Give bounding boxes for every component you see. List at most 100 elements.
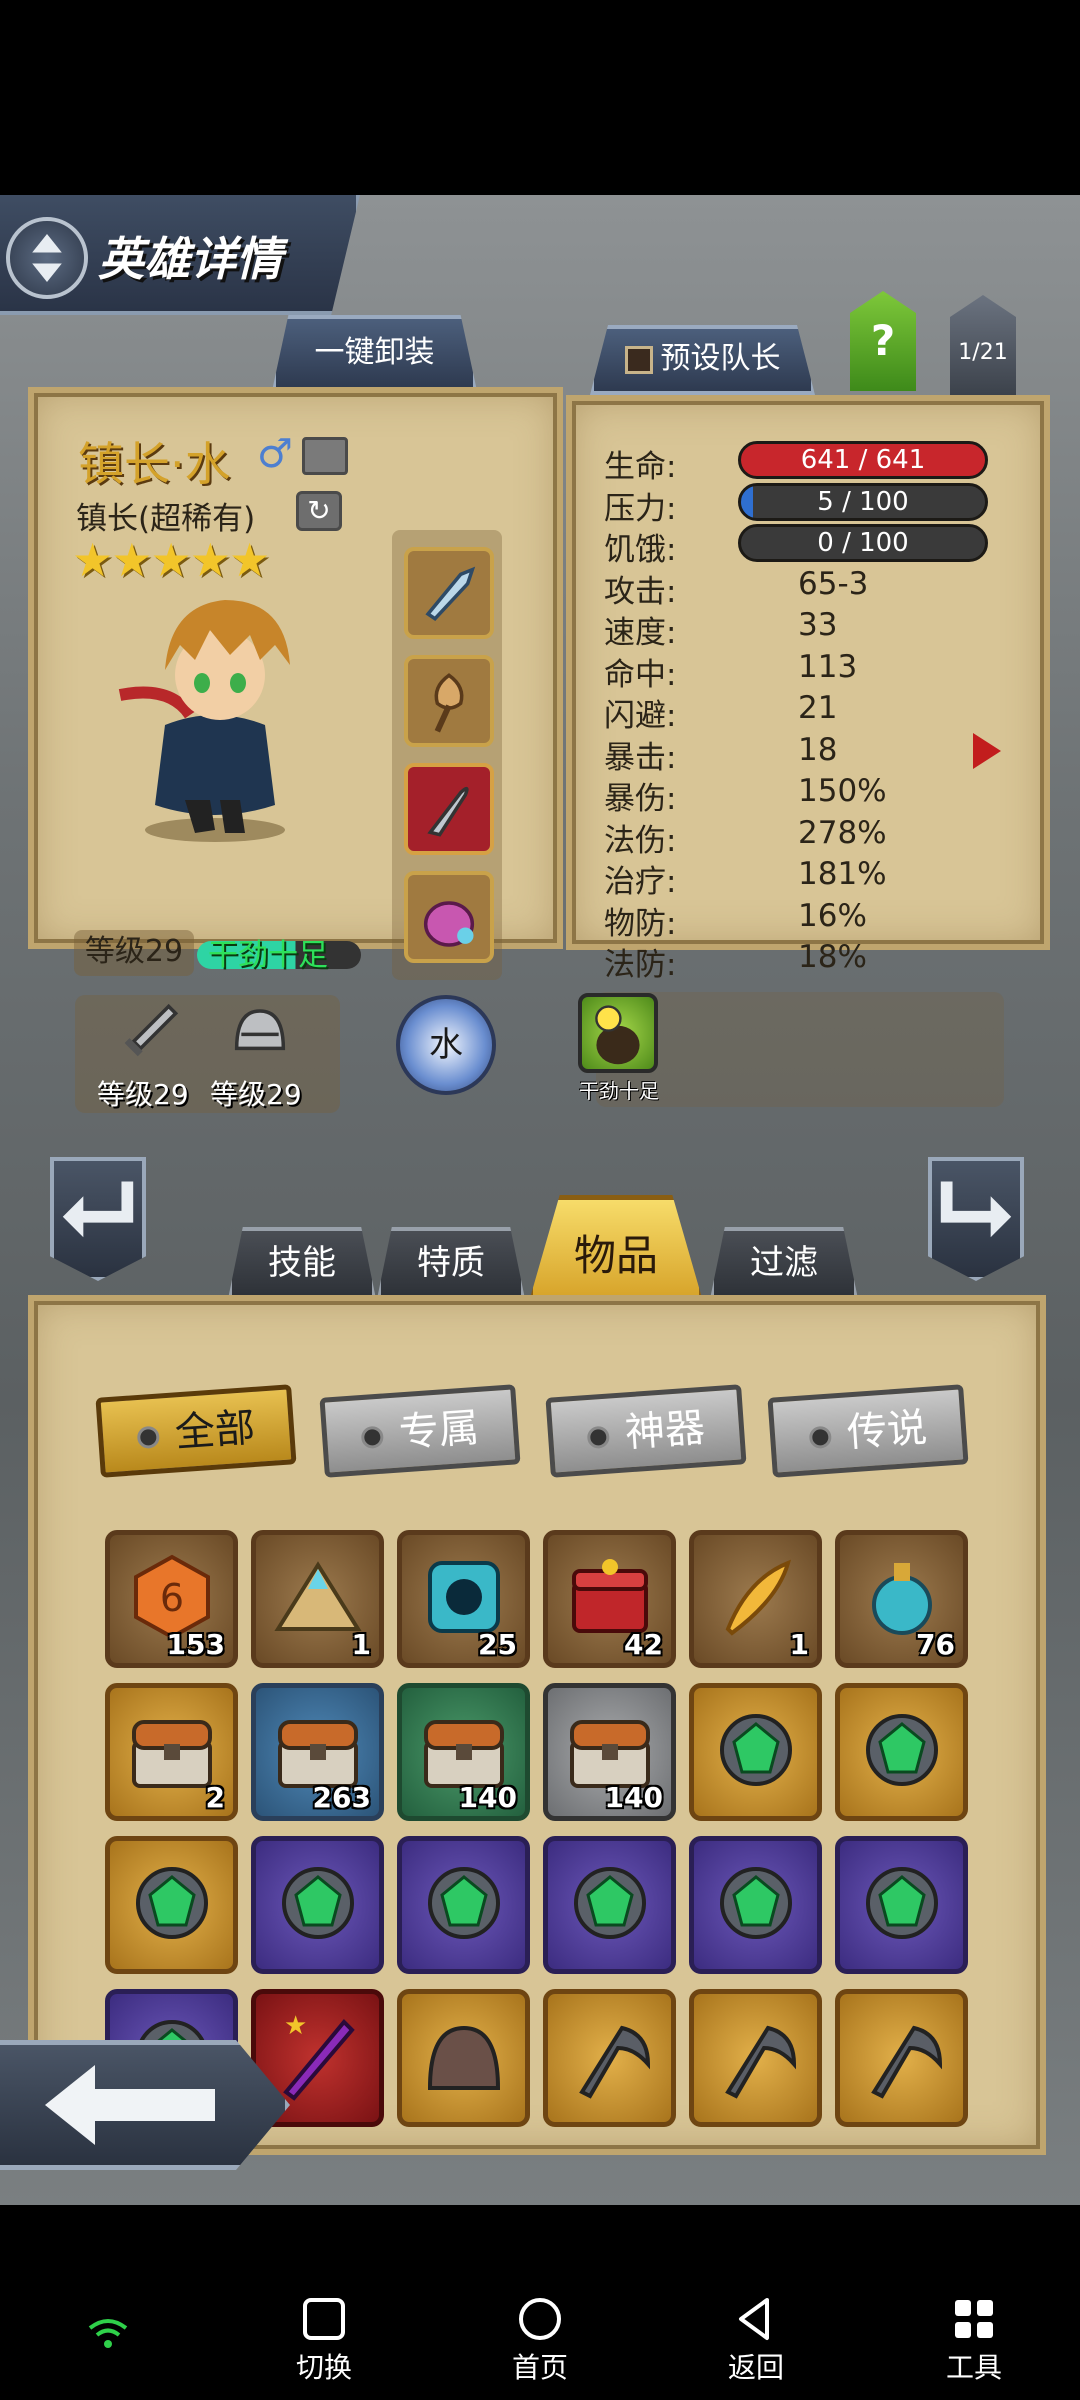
stat-label: 法防:: [604, 947, 677, 983]
green-gem-icon: [720, 1867, 792, 1939]
green-gem-icon: [428, 1867, 500, 1939]
stat-row: 命中: 113: [604, 648, 1024, 693]
inventory-item[interactable]: 140: [543, 1683, 676, 1821]
item-count: 76: [916, 1628, 955, 1661]
tab-traits[interactable]: 特质: [377, 1227, 525, 1299]
equip-slot-bag[interactable]: [404, 871, 494, 963]
inventory-item[interactable]: 25: [397, 1530, 530, 1668]
inventory-item[interactable]: [835, 1989, 968, 2127]
tab-filter[interactable]: 过滤: [710, 1227, 858, 1299]
inventory-item[interactable]: 263: [251, 1683, 384, 1821]
stat-label: 饥饿:: [604, 532, 677, 568]
nav-switch[interactable]: 切换: [264, 2296, 384, 2386]
sword-icon: [124, 1003, 179, 1057]
hero-portrait: [118, 600, 290, 842]
claw-weapon-icon: [425, 566, 476, 621]
inventory-item[interactable]: [397, 1836, 530, 1974]
inventory-item[interactable]: 42: [543, 1530, 676, 1668]
inventory-item[interactable]: [543, 1989, 676, 2127]
tab-items[interactable]: 物品: [528, 1195, 704, 1305]
inventory-item[interactable]: 140: [397, 1683, 530, 1821]
page-indicator: 1/21: [950, 295, 1016, 395]
nav-back[interactable]: 返回: [696, 2296, 816, 2386]
inventory-item[interactable]: 1: [251, 1530, 384, 1668]
inventory-item[interactable]: 76: [835, 1530, 968, 1668]
stat-label: 暴击:: [604, 739, 677, 776]
inventory-item[interactable]: [689, 1836, 822, 1974]
trait-energetic-icon[interactable]: [578, 993, 658, 1073]
stat-value: 16%: [798, 897, 867, 934]
stat-row: 法伤: 278%: [604, 814, 1024, 859]
inventory-item[interactable]: [251, 1836, 384, 1974]
tab-skills[interactable]: 技能: [228, 1227, 376, 1299]
stat-row: 速度: 33: [604, 607, 1024, 651]
inventory-item[interactable]: [543, 1836, 676, 1974]
inventory-item[interactable]: [835, 1836, 968, 1974]
nav-back-label: 返回: [727, 2351, 784, 2384]
stat-bar: 5 / 100: [738, 482, 988, 521]
stat-label: 生命:: [604, 449, 677, 485]
stat-label: 速度:: [604, 615, 677, 651]
male-icon: ♂: [257, 431, 293, 477]
next-hero-button[interactable]: [928, 1157, 1024, 1281]
filter-legendary[interactable]: 传说: [767, 1384, 969, 1478]
filter-all[interactable]: 全部: [95, 1384, 297, 1478]
inventory-item[interactable]: [397, 1989, 530, 2127]
armor-level: 等级29: [210, 1078, 302, 1111]
left-marker: [48, 425, 52, 429]
inventory-item[interactable]: [105, 1836, 238, 1974]
prev-hero-button[interactable]: [50, 1157, 146, 1281]
inventory-item[interactable]: 6 153: [105, 1530, 238, 1668]
arrow-left-icon: [45, 2065, 215, 2145]
inventory-item[interactable]: [689, 1683, 822, 1821]
square-icon: [303, 2298, 345, 2340]
help-button[interactable]: ?: [850, 291, 916, 391]
checkbox-icon[interactable]: [624, 345, 653, 374]
stats-next-arrow-icon[interactable]: [973, 733, 1001, 769]
filter-artifact[interactable]: 神器: [545, 1384, 747, 1478]
equip-slot-offhand[interactable]: [404, 655, 494, 747]
unload-all-button[interactable]: 一键卸装: [272, 315, 477, 391]
inventory-item[interactable]: [689, 1989, 822, 2127]
sort-arrows-icon[interactable]: [6, 217, 88, 299]
item-count: 140: [604, 1781, 663, 1814]
filter-exclusive[interactable]: 专属: [319, 1384, 521, 1478]
inventory-item[interactable]: 1: [689, 1530, 822, 1668]
item-grid: 6 153 1 25 42 1 76 2 263 140 140 ★: [105, 1530, 985, 2130]
inventory-item[interactable]: [835, 1683, 968, 1821]
radio-dot-icon: [136, 1425, 161, 1450]
item-count: 263: [312, 1781, 371, 1814]
stat-value: 113: [798, 648, 858, 685]
red-weapon-icon: ★: [283, 2011, 355, 2101]
preset-leader-toggle[interactable]: 预设队长: [590, 325, 815, 395]
wifi-icon: [88, 2319, 128, 2348]
stat-value: 33: [798, 607, 838, 643]
green-gem-icon: [574, 1867, 646, 1939]
scythe-icon: [725, 2025, 797, 2099]
green-gem-icon: [282, 1867, 354, 1939]
inventory-item[interactable]: 2: [105, 1683, 238, 1821]
radio-dot-icon: [586, 1425, 611, 1450]
nav-tools[interactable]: 工具: [914, 2296, 1034, 2386]
filter-artifact-label: 神器: [623, 1404, 707, 1457]
radio-dot-icon: [360, 1425, 385, 1450]
swap-icon[interactable]: ↻: [296, 491, 342, 531]
stat-value: 18%: [798, 939, 867, 975]
item-count: 140: [458, 1781, 517, 1814]
rename-icon[interactable]: [302, 437, 348, 475]
hero-level: 等级29: [74, 930, 194, 976]
stat-value: 278%: [798, 814, 887, 851]
equip-slot-trinket[interactable]: [404, 763, 494, 855]
stat-row: 闪避: 21: [604, 690, 1024, 734]
back-button[interactable]: [0, 2040, 290, 2170]
stat-value: 181%: [798, 856, 887, 892]
item-count: 2: [205, 1781, 225, 1814]
svg-text:★: ★: [284, 2011, 307, 2041]
stat-label: 法伤:: [604, 822, 677, 859]
stats-list: 生命: 641 / 641 压力: 5 / 100 饥饿: 0 / 100 攻击: 65-3 速…: [604, 441, 1024, 983]
equip-slot-weapon[interactable]: [404, 547, 494, 639]
nav-home[interactable]: 首页: [480, 2296, 600, 2386]
stat-label: 物防:: [604, 905, 677, 942]
weapon-level: 等级29: [97, 1078, 189, 1111]
edge-marker: [0, 2075, 30, 2105]
